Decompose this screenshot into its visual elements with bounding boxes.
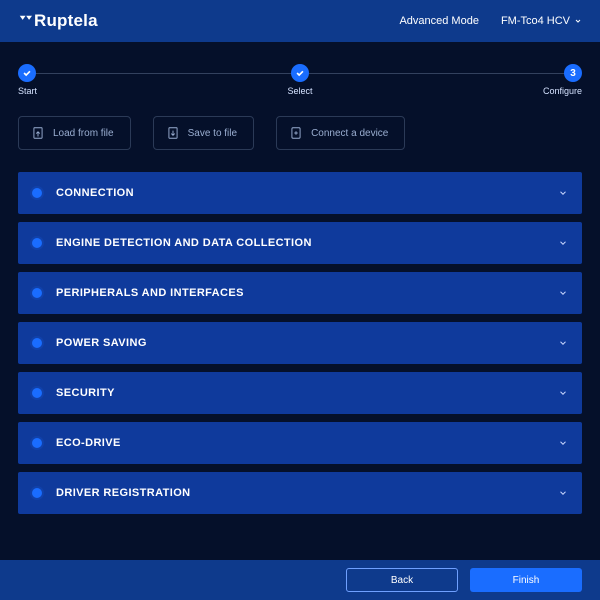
- app-header: Ruptela Advanced Mode FM-Tco4 HCV: [0, 0, 600, 42]
- connect-button-label: Connect a device: [311, 128, 388, 139]
- chevron-down-icon: [558, 238, 568, 248]
- file-download-icon: [166, 126, 180, 140]
- section-power-saving[interactable]: POWER SAVING: [18, 322, 582, 364]
- step-select-label: Select: [287, 86, 312, 96]
- section-title: DRIVER REGISTRATION: [56, 487, 558, 499]
- main-body: Start Select 3 Configure Load from fi: [0, 42, 600, 560]
- brand-logo: Ruptela: [18, 11, 98, 31]
- step-select-dot: [291, 64, 309, 82]
- save-button-label: Save to file: [188, 128, 237, 139]
- save-to-file-button[interactable]: Save to file: [153, 116, 254, 150]
- load-from-file-button[interactable]: Load from file: [18, 116, 131, 150]
- chevron-down-icon: [558, 288, 568, 298]
- chevron-down-icon: [558, 438, 568, 448]
- load-button-label: Load from file: [53, 128, 114, 139]
- status-dot-icon: [32, 288, 42, 298]
- section-title: POWER SAVING: [56, 337, 558, 349]
- section-title: CONNECTION: [56, 187, 558, 199]
- section-peripherals[interactable]: PERIPHERALS AND INTERFACES: [18, 272, 582, 314]
- chevron-down-icon: [558, 388, 568, 398]
- section-eco-drive[interactable]: ECO-DRIVE: [18, 422, 582, 464]
- section-driver-registration[interactable]: DRIVER REGISTRATION: [18, 472, 582, 514]
- status-dot-icon: [32, 388, 42, 398]
- config-sections: CONNECTION ENGINE DETECTION AND DATA COL…: [18, 172, 582, 514]
- device-model-label: FM-Tco4 HCV: [501, 15, 570, 27]
- status-dot-icon: [32, 438, 42, 448]
- chevron-down-icon: [558, 338, 568, 348]
- step-configure-number: 3: [570, 68, 576, 79]
- section-title: PERIPHERALS AND INTERFACES: [56, 287, 558, 299]
- file-actions-row: Load from file Save to file Connect a de…: [18, 116, 582, 150]
- status-dot-icon: [32, 188, 42, 198]
- step-configure-dot: 3: [564, 64, 582, 82]
- app-root: Ruptela Advanced Mode FM-Tco4 HCV Start …: [0, 0, 600, 600]
- step-configure-label: Configure: [543, 86, 582, 96]
- status-dot-icon: [32, 238, 42, 248]
- step-configure[interactable]: 3 Configure: [536, 64, 582, 96]
- chevron-down-icon: [574, 17, 582, 25]
- footer-bar: Back Finish: [0, 560, 600, 600]
- connect-device-button[interactable]: Connect a device: [276, 116, 405, 150]
- back-button[interactable]: Back: [346, 568, 458, 592]
- step-start-label: Start: [18, 86, 37, 96]
- device-add-icon: [289, 126, 303, 140]
- logo-mark-icon: [18, 14, 32, 28]
- advanced-mode-link[interactable]: Advanced Mode: [399, 15, 479, 27]
- step-start[interactable]: Start: [18, 64, 64, 96]
- chevron-down-icon: [558, 188, 568, 198]
- section-engine-detection[interactable]: ENGINE DETECTION AND DATA COLLECTION: [18, 222, 582, 264]
- section-title: ENGINE DETECTION AND DATA COLLECTION: [56, 237, 558, 249]
- section-title: ECO-DRIVE: [56, 437, 558, 449]
- step-start-dot: [18, 64, 36, 82]
- progress-stepper: Start Select 3 Configure: [18, 64, 582, 96]
- check-icon: [22, 68, 32, 78]
- section-security[interactable]: SECURITY: [18, 372, 582, 414]
- status-dot-icon: [32, 338, 42, 348]
- section-title: SECURITY: [56, 387, 558, 399]
- check-icon: [295, 68, 305, 78]
- status-dot-icon: [32, 488, 42, 498]
- file-upload-icon: [31, 126, 45, 140]
- device-model-select[interactable]: FM-Tco4 HCV: [501, 15, 582, 27]
- finish-button[interactable]: Finish: [470, 568, 582, 592]
- step-select[interactable]: Select: [277, 64, 323, 96]
- section-connection[interactable]: CONNECTION: [18, 172, 582, 214]
- chevron-down-icon: [558, 488, 568, 498]
- logo-text: Ruptela: [34, 11, 98, 31]
